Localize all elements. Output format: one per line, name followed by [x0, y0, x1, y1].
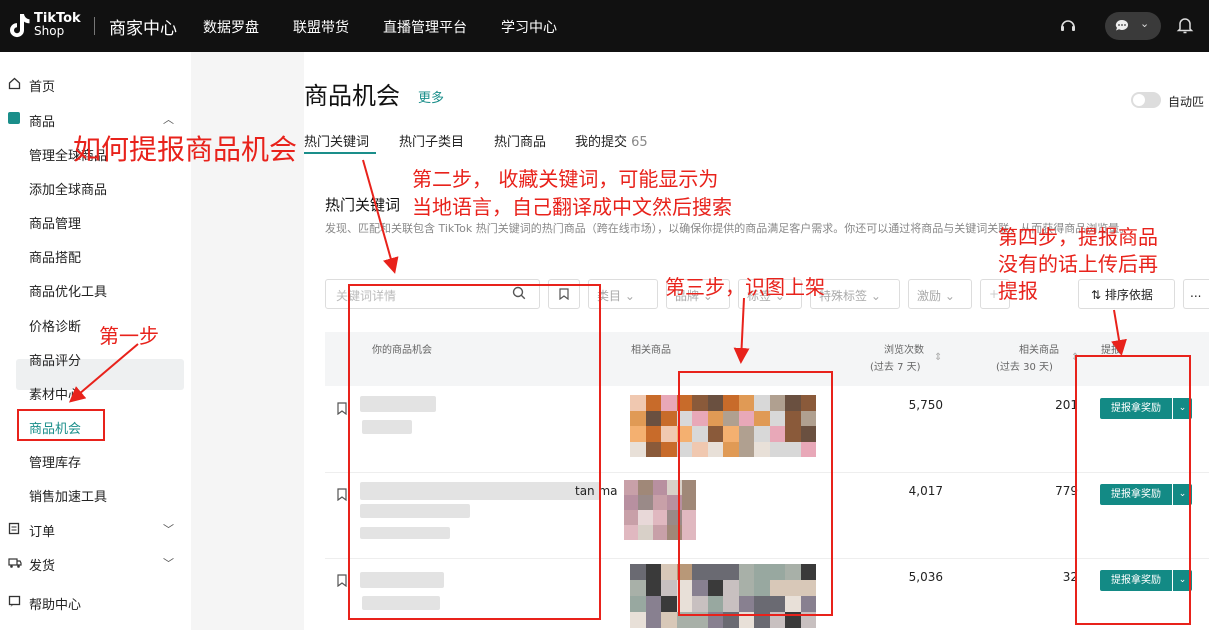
sidebar-item-inventory[interactable]: 管理库存	[29, 452, 81, 471]
col-views-sub: (过去 7 天)	[870, 362, 921, 373]
views-value: 4,017	[908, 484, 943, 498]
annotation-step4-line3: 提报	[998, 279, 1038, 303]
messages-button[interactable]: ⌄	[1105, 12, 1161, 40]
annotation-step2-line2: 当地语言，自己翻译成中文然后搜索	[412, 195, 732, 219]
section-title: 热门关键词	[325, 196, 401, 214]
annotation-step3: 第三步，识图上架	[665, 275, 825, 299]
related-count-value: 779	[1055, 484, 1078, 498]
product-icon	[8, 112, 20, 124]
sidebar-item-products[interactable]: 商品	[29, 111, 55, 130]
sidebar-item-asset-center[interactable]: 素材中心	[29, 384, 81, 403]
header-divider	[94, 17, 95, 35]
sidebar-item-home[interactable]: 首页	[29, 76, 55, 95]
auto-match-toggle[interactable]	[1131, 92, 1161, 108]
sort-icon: ⇅	[1091, 288, 1102, 302]
col-views[interactable]: 浏览次数	[884, 343, 924, 358]
more-options-button[interactable]: ...	[1183, 279, 1209, 309]
bookmark-icon[interactable]	[337, 488, 347, 501]
home-icon	[8, 77, 21, 90]
sidebar-item-product-bundles[interactable]: 商品搭配	[29, 247, 81, 266]
nav-data-compass[interactable]: 数据罗盘	[203, 17, 259, 37]
sidebar-item-shipping[interactable]: 发货	[29, 555, 55, 574]
sidebar-item-product-rating[interactable]: 商品评分	[29, 350, 81, 369]
sidebar-item-orders[interactable]: 订单	[29, 521, 55, 540]
bookmark-icon[interactable]	[337, 402, 347, 415]
more-link[interactable]: 更多	[418, 87, 444, 106]
views-value: 5,036	[908, 570, 943, 584]
help-icon	[8, 595, 21, 607]
sort-button[interactable]: ⇅ 排序依据	[1078, 279, 1175, 309]
chevron-up-icon[interactable]: ︿	[163, 111, 174, 127]
headset-icon[interactable]	[1059, 17, 1077, 35]
annotation-step4-line2: 没有的话上传后再	[998, 252, 1158, 276]
annotation-step2-line1: 第二步， 收藏关键词，可能显示为	[412, 167, 719, 191]
nav-affiliate[interactable]: 联盟带货	[293, 17, 349, 37]
tab-label: 我的提交	[575, 135, 628, 150]
views-value: 5,750	[908, 398, 943, 412]
top-bar: TikTok Shop 商家中心 数据罗盘 联盟带货 直播管理平台 学习中心 ⌄	[0, 0, 1209, 52]
truck-icon	[8, 558, 22, 568]
bell-icon[interactable]	[1176, 16, 1194, 35]
nav-learning-center[interactable]: 学习中心	[501, 17, 557, 37]
sidebar-item-add-global[interactable]: 添加全球商品	[29, 179, 107, 198]
chevron-down-icon: ⌄	[1140, 17, 1150, 30]
sidebar-item-optimization-tools[interactable]: 商品优化工具	[29, 281, 107, 300]
chevron-down-icon[interactable]: ﹀	[163, 555, 174, 571]
annotation-box-keywords	[348, 284, 601, 620]
related-count-value: 32	[1062, 570, 1078, 584]
col-related-products: 相关商品	[631, 345, 671, 356]
submission-count: 65	[631, 135, 648, 150]
tab-hot-keywords[interactable]: 热门关键词	[304, 131, 369, 150]
tiktok-logo-icon	[10, 14, 30, 38]
annotation-box-submit	[1075, 355, 1191, 625]
col-related-count-sub: (过去 30 天)	[996, 362, 1053, 373]
tab-my-submissions[interactable]: 我的提交 65	[575, 131, 648, 150]
page-title: 商品机会	[304, 82, 400, 110]
logo-text: TikTok Shop	[34, 11, 81, 38]
annotation-box-images	[678, 371, 833, 616]
annotation-main-title: 如何提报商品机会	[73, 133, 298, 166]
tab-hot-products[interactable]: 热门商品	[494, 131, 546, 150]
annotation-step4-line1: 第四步，提报商品	[998, 225, 1158, 249]
sidebar-item-help[interactable]: 帮助中心	[29, 594, 81, 613]
bookmark-icon[interactable]	[337, 574, 347, 587]
sidebar-item-sales-accelerator[interactable]: 销售加速工具	[29, 486, 107, 505]
app-title[interactable]: 商家中心	[109, 14, 177, 39]
orders-icon	[8, 522, 20, 535]
auto-match-label: 自动匹	[1168, 95, 1205, 109]
sidebar-item-product-management[interactable]: 商品管理	[29, 213, 81, 232]
active-tab-indicator	[304, 152, 376, 154]
annotation-step1: 第一步	[99, 324, 159, 348]
chevron-down-icon[interactable]: ﹀	[163, 521, 174, 537]
related-count-value: 201	[1055, 398, 1078, 412]
chat-icon	[1115, 19, 1129, 31]
nav-live-platform[interactable]: 直播管理平台	[383, 17, 467, 37]
col-related-count[interactable]: 相关商品	[1019, 343, 1059, 358]
sidebar-item-price-diagnosis[interactable]: 价格诊断	[29, 316, 81, 335]
annotation-box-sidebar	[17, 409, 105, 441]
sort-icon[interactable]: ⇕	[934, 350, 942, 365]
tab-hot-subcategories[interactable]: 热门子类目	[399, 131, 464, 150]
incentive-filter[interactable]: 激励 ⌄	[908, 279, 972, 309]
